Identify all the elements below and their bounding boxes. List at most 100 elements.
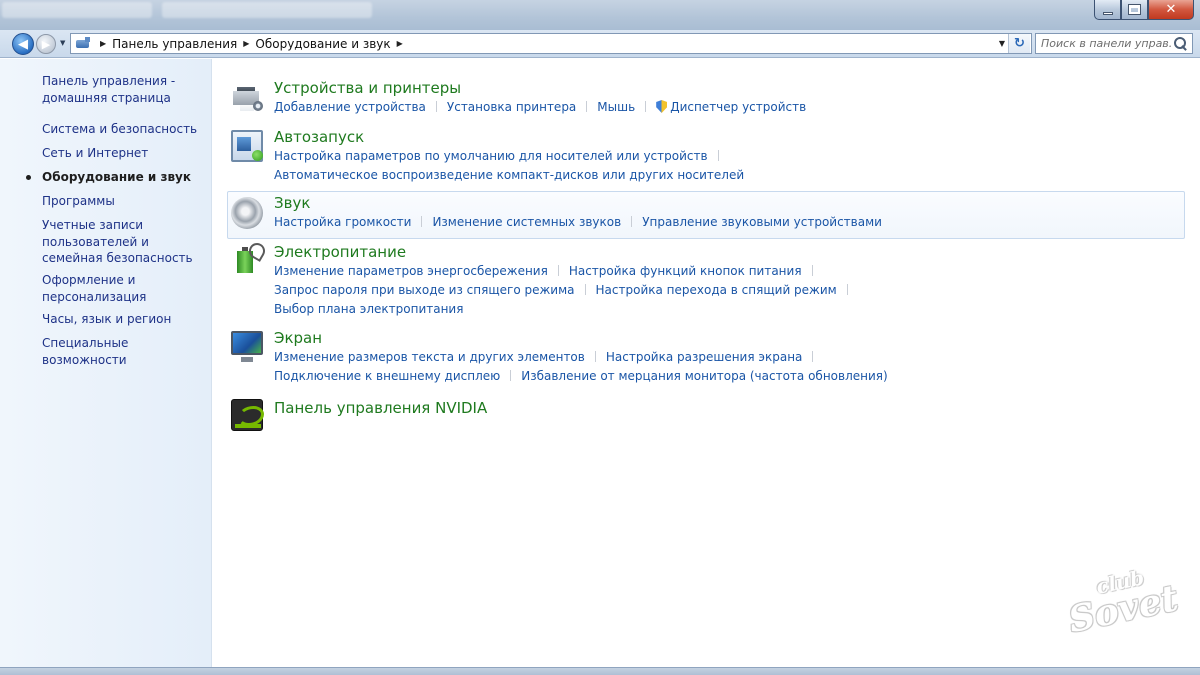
sidebar-item-user-accounts[interactable]: Учетные записи пользователей и семейная … bbox=[42, 217, 207, 267]
minimize-icon bbox=[1102, 12, 1113, 15]
link-change-power-settings[interactable]: Изменение параметров энергосбережения bbox=[274, 264, 548, 278]
speaker-icon[interactable] bbox=[231, 197, 263, 229]
link-add-printer[interactable]: Установка принтера bbox=[447, 100, 576, 114]
link-separator bbox=[557, 265, 559, 276]
link-mouse[interactable]: Мышь bbox=[597, 100, 635, 114]
category-title[interactable]: Звук bbox=[274, 194, 310, 212]
link-manage-audio-devices[interactable]: Управление звуковыми устройствами bbox=[642, 215, 882, 229]
link-separator bbox=[846, 284, 848, 295]
link-require-password[interactable]: Запрос пароля при выходе из спящего режи… bbox=[274, 283, 575, 297]
sidebar-item-hardware-sound[interactable]: Оборудование и звук bbox=[42, 169, 207, 186]
sidebar-item-appearance[interactable]: Оформление и персонализация bbox=[42, 272, 207, 305]
window-controls: ✕ bbox=[1094, 0, 1194, 20]
maximize-button[interactable] bbox=[1121, 0, 1148, 20]
back-arrow-icon: ◀ bbox=[18, 36, 28, 52]
link-separator bbox=[811, 265, 813, 276]
battery-power-icon[interactable] bbox=[231, 243, 263, 275]
category-links: Запрос пароля при выходе из спящего режи… bbox=[274, 283, 858, 297]
blurred-tab bbox=[162, 2, 372, 18]
link-separator bbox=[812, 351, 814, 362]
category-links: Подключение к внешнему дисплею Избавление… bbox=[274, 369, 888, 383]
nvidia-icon[interactable] bbox=[231, 399, 264, 431]
category-links: Изменение параметров энергосбережения Нас… bbox=[274, 264, 823, 278]
blurred-tab bbox=[2, 2, 152, 18]
monitor-icon[interactable] bbox=[231, 331, 263, 362]
category-title[interactable]: Электропитание bbox=[274, 243, 406, 261]
link-add-device[interactable]: Добавление устройства bbox=[274, 100, 426, 114]
category-links: Выбор плана электропитания bbox=[274, 302, 463, 316]
category-display: Экран Изменение размеров текста и других… bbox=[227, 327, 1185, 387]
category-links: Автоматическое воспроизведение компакт-д… bbox=[274, 168, 744, 182]
breadcrumb-chevron-icon[interactable]: ▶ bbox=[243, 39, 249, 48]
link-separator bbox=[645, 101, 647, 112]
category-sound: Звук Настройка громкости Изменение систем… bbox=[227, 191, 1185, 239]
close-button[interactable]: ✕ bbox=[1148, 0, 1194, 20]
link-autoplay-cds[interactable]: Автоматическое воспроизведение компакт-д… bbox=[274, 168, 744, 182]
main-content: Устройства и принтеры Добавление устройс… bbox=[213, 59, 1200, 667]
watermark-logo: club Sovet bbox=[1065, 565, 1182, 641]
link-device-manager[interactable]: Диспетчер устройств bbox=[670, 100, 806, 114]
link-separator bbox=[584, 284, 586, 295]
link-sleep-settings[interactable]: Настройка перехода в спящий режим bbox=[596, 283, 837, 297]
category-links: Настройка параметров по умолчанию для но… bbox=[274, 149, 729, 163]
uac-shield-icon bbox=[656, 100, 668, 113]
active-bullet-icon bbox=[26, 175, 31, 180]
window-titlebar: ✕ bbox=[0, 0, 1200, 30]
sidebar-item-network-internet[interactable]: Сеть и Интернет bbox=[42, 145, 207, 162]
link-system-sounds[interactable]: Изменение системных звуков bbox=[432, 215, 621, 229]
window-bottom-border bbox=[0, 667, 1200, 675]
link-screen-resolution[interactable]: Настройка разрешения экрана bbox=[606, 350, 803, 364]
maximize-icon bbox=[1128, 4, 1141, 15]
breadcrumb-hardware-sound[interactable]: Оборудование и звук bbox=[255, 37, 390, 51]
search-input[interactable] bbox=[1041, 37, 1171, 50]
breadcrumb-chevron-icon[interactable]: ▶ bbox=[397, 39, 403, 48]
address-bar[interactable]: ▶ Панель управления ▶ Оборудование и зву… bbox=[70, 33, 1032, 54]
link-separator bbox=[510, 370, 512, 381]
sidebar-item-system-security[interactable]: Система и безопасность bbox=[42, 121, 207, 138]
sidebar-item-programs[interactable]: Программы bbox=[42, 193, 207, 210]
category-title[interactable]: Экран bbox=[274, 329, 322, 347]
recent-pages-dropdown[interactable]: ▼ bbox=[60, 39, 65, 47]
search-box[interactable] bbox=[1035, 33, 1193, 54]
search-icon[interactable] bbox=[1174, 37, 1187, 50]
breadcrumb-chevron-icon[interactable]: ▶ bbox=[100, 39, 106, 48]
category-nvidia: Панель управления NVIDIA bbox=[227, 397, 1185, 433]
category-power: Электропитание Изменение параметров энер… bbox=[227, 241, 1185, 321]
link-external-display[interactable]: Подключение к внешнему дисплею bbox=[274, 369, 500, 383]
back-button[interactable]: ◀ bbox=[12, 33, 34, 55]
link-separator bbox=[594, 351, 596, 362]
breadcrumb-control-panel[interactable]: Панель управления bbox=[112, 37, 237, 51]
control-panel-icon bbox=[74, 36, 94, 51]
link-refresh-rate[interactable]: Избавление от мерцания монитора (частота… bbox=[521, 369, 887, 383]
left-navigation-pane: Панель управления - домашняя страница Си… bbox=[0, 59, 212, 667]
link-separator bbox=[717, 150, 719, 161]
autoplay-icon[interactable] bbox=[231, 130, 263, 162]
navigation-bar: ◀ ▶ ▼ ▶ Панель управления ▶ Оборудование… bbox=[0, 30, 1200, 58]
sidebar-item-home[interactable]: Панель управления - домашняя страница bbox=[42, 73, 207, 106]
category-links: Изменение размеров текста и других элеме… bbox=[274, 350, 823, 364]
refresh-button[interactable]: ↻ bbox=[1008, 34, 1030, 53]
sidebar-item-clock-language[interactable]: Часы, язык и регион bbox=[42, 311, 207, 328]
link-power-plan[interactable]: Выбор плана электропитания bbox=[274, 302, 463, 316]
category-autoplay: Автозапуск Настройка параметров по умолч… bbox=[227, 126, 1185, 184]
category-links: Добавление устройства Установка принтера М… bbox=[274, 100, 806, 114]
link-separator bbox=[631, 216, 633, 227]
link-separator bbox=[421, 216, 423, 227]
minimize-button[interactable] bbox=[1094, 0, 1121, 20]
close-icon: ✕ bbox=[1165, 2, 1177, 17]
category-devices-printers: Устройства и принтеры Добавление устройс… bbox=[227, 77, 1185, 117]
forward-arrow-icon: ▶ bbox=[41, 37, 51, 51]
link-autoplay-defaults[interactable]: Настройка параметров по умолчанию для но… bbox=[274, 149, 708, 163]
forward-button[interactable]: ▶ bbox=[36, 34, 56, 54]
category-title[interactable]: Панель управления NVIDIA bbox=[274, 399, 487, 417]
link-power-buttons[interactable]: Настройка функций кнопок питания bbox=[569, 264, 802, 278]
category-title[interactable]: Устройства и принтеры bbox=[274, 79, 461, 97]
link-adjust-volume[interactable]: Настройка громкости bbox=[274, 215, 411, 229]
category-title[interactable]: Автозапуск bbox=[274, 128, 364, 146]
link-separator bbox=[435, 101, 437, 112]
sidebar-item-accessibility[interactable]: Специальные возможности bbox=[42, 335, 207, 368]
link-text-size[interactable]: Изменение размеров текста и других элеме… bbox=[274, 350, 585, 364]
devices-printers-icon[interactable] bbox=[231, 81, 263, 113]
watermark-big-text: Sovet bbox=[1064, 576, 1182, 642]
address-dropdown-icon[interactable]: ▼ bbox=[999, 39, 1005, 48]
